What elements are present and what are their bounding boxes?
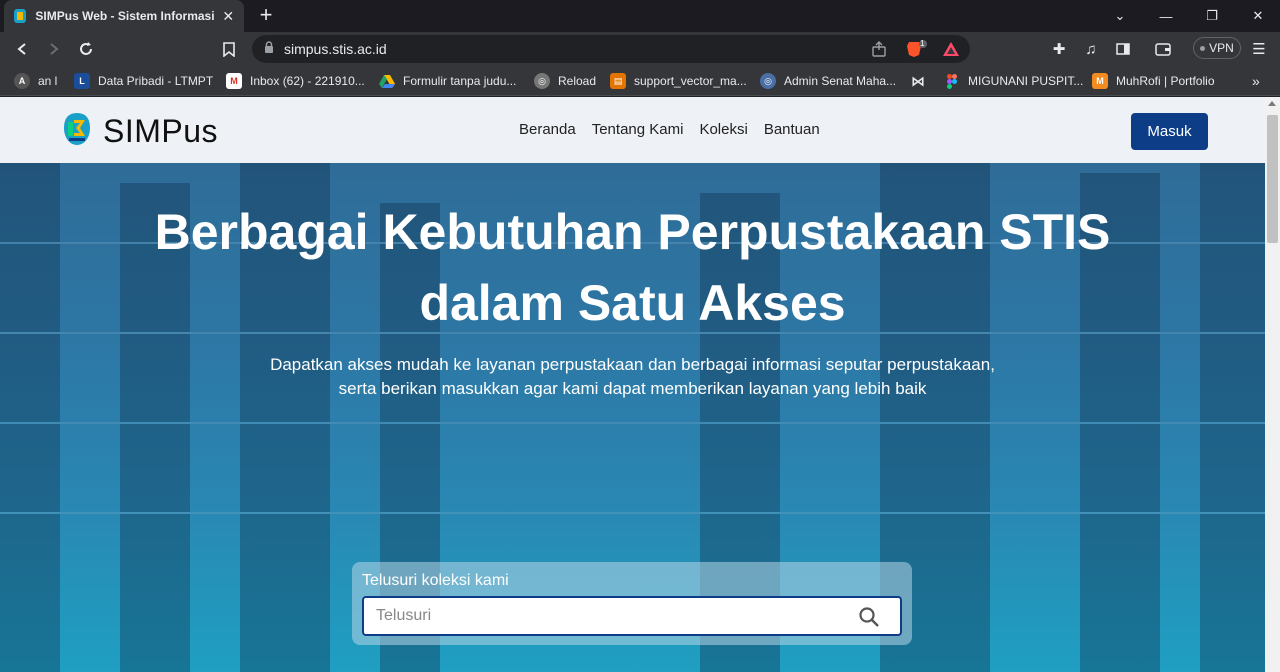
bookmark-item[interactable]: A an l (14, 71, 57, 91)
search-icon[interactable] (858, 606, 880, 628)
bowtie-icon: ⋈ (911, 72, 925, 89)
media-icon[interactable]: ♫ (1078, 36, 1104, 62)
minimize-button[interactable]: — (1143, 0, 1189, 32)
search-card: Telusuri koleksi kami (352, 562, 912, 645)
browser-toolbar: simpus.stis.ac.id 1 ✚ ♫ VPN ☰ (0, 32, 1280, 65)
bookmark-item[interactable]: ◎ Reload (534, 71, 596, 91)
bookmark-label: MIGUNANI PUSPIT... (968, 74, 1084, 88)
nav-link-koleksi[interactable]: Koleksi (699, 121, 747, 138)
web-page: SIMPus Beranda Tentang Kami Koleksi Bant… (0, 97, 1265, 672)
brand[interactable]: SIMPus (63, 112, 218, 151)
bookmark-label: Data Pribadi - LTMPT (98, 74, 214, 88)
simpus-favicon-icon (12, 8, 27, 24)
bookmark-item[interactable]: M MuhRofi | Portfolio (1092, 71, 1215, 91)
more-bookmarks-icon[interactable]: » (1252, 71, 1260, 91)
tab-search-icon[interactable]: ⌄ (1097, 0, 1143, 32)
globe-icon: ◎ (760, 73, 776, 89)
bookmark-item[interactable]: ▤ support_vector_ma... (610, 71, 747, 91)
scroll-up-icon[interactable] (1268, 101, 1276, 106)
drive-icon (379, 73, 395, 89)
vpn-label: VPN (1209, 41, 1234, 55)
search-label: Telusuri koleksi kami (362, 572, 509, 589)
close-window-button[interactable]: ✕ (1235, 0, 1280, 32)
brave-badge: 1 (920, 39, 925, 48)
nav-links: Beranda Tentang Kami Koleksi Bantuan (519, 121, 820, 138)
url-text: simpus.stis.ac.id (284, 41, 387, 57)
bookmark-item[interactable]: MIGUNANI PUSPIT... (944, 71, 1083, 91)
hero-title: Berbagai Kebutuhan Perpustakaan STIS dal… (0, 197, 1265, 339)
brand-name: SIMPus (103, 113, 219, 149)
bookmark-label: Reload (558, 74, 597, 88)
vpn-status-icon (1200, 45, 1206, 51)
lock-icon (264, 40, 274, 58)
back-button[interactable] (9, 36, 35, 62)
nav-link-bantuan[interactable]: Bantuan (764, 121, 820, 138)
restore-button[interactable]: ❐ (1189, 0, 1235, 32)
bookmark-icon[interactable] (216, 36, 242, 62)
close-tab-icon[interactable]: ✕ (221, 8, 236, 25)
figma-icon (944, 73, 960, 89)
browser-tab-bar: SIMPus Web - Sistem Informasi P... ✕ + ⌄… (0, 0, 1280, 32)
bookmark-item[interactable]: ◎ Admin Senat Maha... (760, 71, 896, 91)
hero-title-line-2: dalam Satu Akses (419, 275, 846, 331)
hero-subtitle: Dapatkan akses mudah ke layanan perpusta… (0, 353, 1265, 401)
extensions-icon[interactable]: ✚ (1046, 36, 1072, 62)
menu-icon[interactable]: ☰ (1246, 36, 1272, 62)
bookmark-label: Formulir tanpa judu... (403, 74, 517, 88)
nav-link-tentang-kami[interactable]: Tentang Kami (592, 121, 684, 138)
new-tab-button[interactable]: + (254, 4, 278, 28)
portfolio-icon: M (1092, 73, 1108, 89)
reload-button[interactable] (73, 36, 99, 62)
scrollbar-thumb[interactable] (1267, 115, 1278, 243)
site-navbar: SIMPus Beranda Tentang Kami Koleksi Bant… (0, 97, 1265, 163)
bookmarks-bar: A an l L Data Pribadi - LTMPT M Inbox (6… (0, 65, 1280, 96)
hero-title-line-1: Berbagai Kebutuhan Perpustakaan STIS (154, 204, 1111, 260)
tab-title: SIMPus Web - Sistem Informasi P... (35, 9, 215, 23)
bookmark-item[interactable]: M Inbox (62) - 221910... (226, 71, 365, 91)
bookmark-label: Admin Senat Maha... (784, 74, 897, 88)
hero-subtitle-line-1: Dapatkan akses mudah ke layanan perpusta… (270, 355, 995, 374)
forward-button[interactable] (41, 36, 67, 62)
bookmark-label: an l (38, 74, 58, 88)
search-input[interactable] (376, 598, 846, 634)
ltmpt-icon: L (74, 73, 90, 89)
search-box[interactable] (362, 596, 902, 636)
sidebar-icon[interactable] (1110, 36, 1136, 62)
address-bar[interactable]: simpus.stis.ac.id 1 (252, 35, 970, 63)
nav-link-beranda[interactable]: Beranda (519, 121, 576, 138)
vpn-button[interactable]: VPN (1193, 37, 1241, 59)
bookmark-label: MuhRofi | Portfolio (1116, 74, 1215, 88)
wallet-icon[interactable] (1150, 36, 1176, 62)
login-button[interactable]: Masuk (1131, 113, 1208, 150)
bookmark-label: support_vector_ma... (634, 74, 747, 88)
globe-icon: ◎ (534, 73, 550, 89)
browser-tab[interactable]: SIMPus Web - Sistem Informasi P... ✕ (4, 0, 244, 32)
gmail-icon: M (226, 73, 242, 89)
site-icon: A (14, 73, 30, 89)
hero-section: Berbagai Kebutuhan Perpustakaan STIS dal… (0, 163, 1265, 672)
brave-shields-icon[interactable] (906, 40, 928, 63)
bookmark-item[interactable]: Formulir tanpa judu... (379, 71, 516, 91)
simpus-logo-icon (63, 112, 91, 151)
hero-subtitle-line-2: serta berikan masukkan agar kami dapat m… (338, 379, 927, 398)
bookmark-item[interactable]: L Data Pribadi - LTMPT (74, 71, 213, 91)
page-scrollbar[interactable] (1265, 97, 1280, 672)
notebook-icon: ▤ (610, 73, 626, 89)
brave-rewards-icon[interactable] (942, 41, 960, 62)
share-icon[interactable] (871, 41, 887, 62)
bookmark-label: Inbox (62) - 221910... (250, 74, 365, 88)
bookmark-item[interactable]: ⋈ (910, 71, 934, 91)
